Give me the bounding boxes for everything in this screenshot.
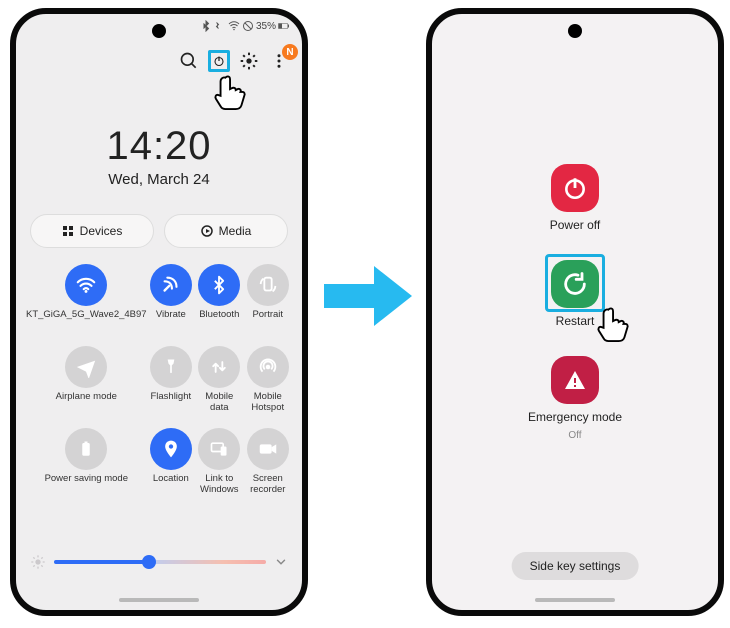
wifi-icon	[228, 20, 240, 32]
toggle-flashlight[interactable]: Flashlight	[147, 346, 195, 414]
vibrate-icon	[214, 20, 226, 32]
restart-label: Restart	[556, 314, 595, 328]
media-button[interactable]: Media	[164, 214, 288, 248]
toggle-mobile-data[interactable]: Mobile data	[195, 346, 243, 414]
bluetooth-icon	[200, 20, 212, 32]
toggle-power-saving[interactable]: Power saving mode	[26, 428, 147, 496]
toggle-portrait[interactable]: Portrait	[244, 264, 292, 332]
warning-icon	[563, 368, 587, 392]
devices-button[interactable]: Devices	[30, 214, 154, 248]
toggle-bluetooth[interactable]: Bluetooth	[195, 264, 243, 332]
emergency-mode-button[interactable]: Emergency mode Off	[528, 356, 622, 441]
hw-power-button[interactable]	[723, 202, 724, 254]
time-text: 14:20	[106, 124, 211, 169]
phone-quick-panel: 35% N 14:20 Wed, March 24	[10, 8, 308, 616]
search-icon[interactable]	[178, 50, 200, 72]
emergency-label: Emergency mode	[528, 410, 622, 424]
phone-power-menu: Power off Restart Emergency mode Off	[426, 8, 724, 616]
quick-panel-topbar: N	[178, 50, 290, 72]
home-indicator[interactable]	[535, 598, 615, 602]
toggle-hotspot[interactable]: Mobile Hotspot	[244, 346, 292, 414]
restart-button[interactable]: Restart	[551, 260, 599, 328]
no-sim-icon	[242, 20, 254, 32]
power-off-label: Power off	[550, 218, 600, 232]
arrow-step-icon	[320, 260, 416, 337]
toggle-wifi[interactable]: KT_GiGA_5G_Wave2_4B97	[26, 264, 147, 332]
power-icon	[562, 175, 588, 201]
chevron-down-icon[interactable]	[274, 555, 288, 569]
toggle-link-windows[interactable]: Link to Windows	[195, 428, 243, 496]
brightness-thumb[interactable]	[142, 555, 156, 569]
brightness-track[interactable]	[54, 560, 266, 564]
toggle-location[interactable]: Location	[147, 428, 195, 496]
media-label: Media	[219, 224, 252, 238]
brightness-icon	[30, 554, 46, 570]
emergency-sublabel: Off	[568, 430, 581, 441]
battery-icon	[278, 20, 290, 32]
status-bar: 35%	[200, 20, 290, 32]
overflow-menu-icon[interactable]: N	[268, 50, 290, 72]
gear-icon[interactable]	[238, 50, 260, 72]
battery-text: 35%	[256, 21, 276, 32]
pointer-cursor-icon	[212, 72, 250, 110]
side-key-settings-button[interactable]: Side key settings	[512, 552, 639, 580]
power-off-button[interactable]: Power off	[550, 164, 600, 232]
toggle-airplane[interactable]: Airplane mode	[26, 346, 147, 414]
pointer-cursor-icon	[595, 304, 633, 342]
front-camera	[152, 24, 166, 38]
devices-label: Devices	[80, 224, 123, 238]
hw-power-button[interactable]	[307, 202, 308, 254]
power-icon[interactable]	[208, 50, 230, 72]
notification-badge: N	[282, 44, 298, 60]
toggle-screen-recorder[interactable]: Screen recorder	[244, 428, 292, 496]
front-camera	[568, 24, 582, 38]
clock-block: 14:20 Wed, March 24	[106, 124, 211, 188]
home-indicator[interactable]	[119, 598, 199, 602]
brightness-slider[interactable]	[30, 554, 288, 570]
quick-toggle-grid: KT_GiGA_5G_Wave2_4B97 Vibrate Bluetooth …	[26, 264, 292, 496]
toggle-vibrate[interactable]: Vibrate	[147, 264, 195, 332]
date-text: Wed, March 24	[106, 171, 211, 188]
